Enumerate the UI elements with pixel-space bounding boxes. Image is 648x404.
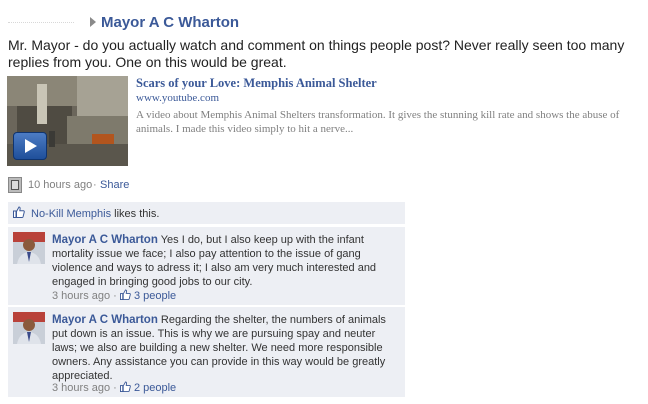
play-button[interactable] xyxy=(13,132,47,160)
thumbs-up-icon xyxy=(119,289,131,300)
video-thumbnail[interactable] xyxy=(7,76,128,166)
comment-author-link[interactable]: Mayor A C Wharton xyxy=(52,234,158,246)
thumbs-up-icon xyxy=(13,206,25,218)
meta-separator: · xyxy=(93,179,97,191)
comment-timestamp: 3 hours ago xyxy=(52,382,111,394)
post-message: Mr. Mayor - do you actually watch and co… xyxy=(8,37,625,70)
attachment-domain: www.youtube.com xyxy=(136,92,219,104)
comment-author-link[interactable]: Mayor A C Wharton xyxy=(52,314,158,326)
arrow-right-icon xyxy=(90,17,96,27)
share-link[interactable]: Share xyxy=(100,179,129,191)
meta-separator: · xyxy=(113,382,117,394)
post-timestamp[interactable]: 10 hours ago xyxy=(28,179,92,191)
likes-box: No-Kill Memphis likes this. xyxy=(8,202,405,224)
comment: Mayor A C Wharton Regarding the shelter,… xyxy=(8,306,405,397)
attachment-description: A video about Memphis Animal Shelters tr… xyxy=(136,109,620,135)
attachment-title-link[interactable]: Scars of your Love: Memphis Animal Shelt… xyxy=(136,76,377,91)
video-icon xyxy=(8,177,22,193)
comment: Mayor A C Wharton Yes I do, but I also k… xyxy=(8,226,405,305)
comment-meta: 3 hours ago · 2 people xyxy=(52,381,176,394)
avatar[interactable] xyxy=(13,232,45,264)
comment-body: Mayor A C Wharton Yes I do, but I also k… xyxy=(52,233,397,289)
likes-suffix: likes this. xyxy=(111,208,160,220)
comment-timestamp: 3 hours ago xyxy=(52,290,111,302)
comment-likes-link[interactable]: 2 people xyxy=(134,382,176,394)
redacted-name xyxy=(8,22,74,24)
comment-body: Mayor A C Wharton Regarding the shelter,… xyxy=(52,313,397,383)
likes-text: No-Kill Memphis likes this. xyxy=(31,208,159,220)
profile-picture xyxy=(13,312,45,344)
post-header: Mayor A C Wharton xyxy=(8,14,638,34)
profile-picture xyxy=(13,232,45,264)
avatar[interactable] xyxy=(13,312,45,344)
liker-link[interactable]: No-Kill Memphis xyxy=(31,208,111,220)
thumbs-up-icon xyxy=(119,381,131,392)
comment-meta: 3 hours ago · 3 people xyxy=(52,289,176,302)
comment-likes-link[interactable]: 3 people xyxy=(134,290,176,302)
meta-separator: · xyxy=(113,290,117,302)
post-author-link[interactable]: Mayor A C Wharton xyxy=(101,14,239,31)
